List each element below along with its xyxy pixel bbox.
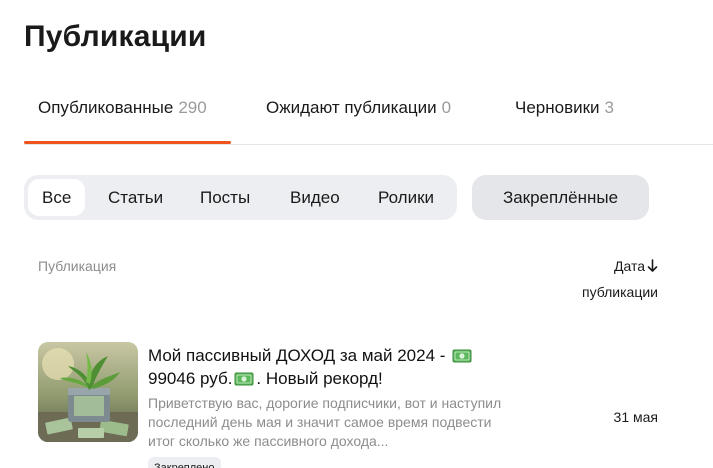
tab-published[interactable]: Опубликованные 290 xyxy=(38,98,207,118)
publication-date: 31 мая xyxy=(613,409,658,425)
active-tab-indicator xyxy=(24,141,231,144)
filter-posts[interactable]: Посты xyxy=(186,179,264,216)
column-header-date-sublabel: публикации xyxy=(582,284,658,300)
publication-status-tabs: Опубликованные 290 Ожидают публикации 0 Че… xyxy=(24,90,713,145)
filter-articles[interactable]: Статьи xyxy=(94,179,177,216)
arrow-down-icon xyxy=(647,259,658,272)
tab-drafts[interactable]: Черновики 3 xyxy=(515,98,614,118)
tab-scheduled-label: Ожидают публикации xyxy=(266,98,437,117)
filter-pinned[interactable]: Закреплённые xyxy=(472,175,649,220)
content-type-filter: Все Статьи Посты Видео Ролики xyxy=(24,175,457,220)
tab-published-label: Опубликованные xyxy=(38,98,174,117)
tab-drafts-label: Черновики xyxy=(515,98,600,117)
publication-title-part1: Мой пассивный ДОХОД за май 2024 - xyxy=(148,346,446,365)
thumbnail-image xyxy=(38,342,138,442)
publication-title[interactable]: Мой пассивный ДОХОД за май 2024 - 99046 … xyxy=(148,344,498,390)
money-icon xyxy=(234,372,254,386)
filter-videos[interactable]: Видео xyxy=(276,179,354,216)
column-header-date-label: Дата xyxy=(613,258,645,274)
filter-shorts[interactable]: Ролики xyxy=(364,179,448,216)
filter-all[interactable]: Все xyxy=(28,179,86,216)
publication-snippet: Приветствую вас, дорогие подписчики, вот… xyxy=(148,395,502,449)
tab-drafts-count: 3 xyxy=(604,98,615,117)
pinned-badge: Закреплено xyxy=(148,457,221,468)
column-header-publication: Публикация xyxy=(38,258,117,274)
tab-published-count: 290 xyxy=(178,98,207,117)
tab-scheduled-count: 0 xyxy=(441,98,452,117)
page-title: Публикации xyxy=(24,20,207,53)
publication-title-part2: 99046 руб. xyxy=(148,369,233,388)
tab-scheduled[interactable]: Ожидают публикации 0 xyxy=(266,98,451,118)
money-icon xyxy=(452,349,472,363)
publication-title-part3: . Новый рекорд! xyxy=(256,369,383,388)
publication-thumbnail[interactable] xyxy=(38,342,138,442)
column-header-date[interactable]: Дата публикации xyxy=(574,256,658,300)
